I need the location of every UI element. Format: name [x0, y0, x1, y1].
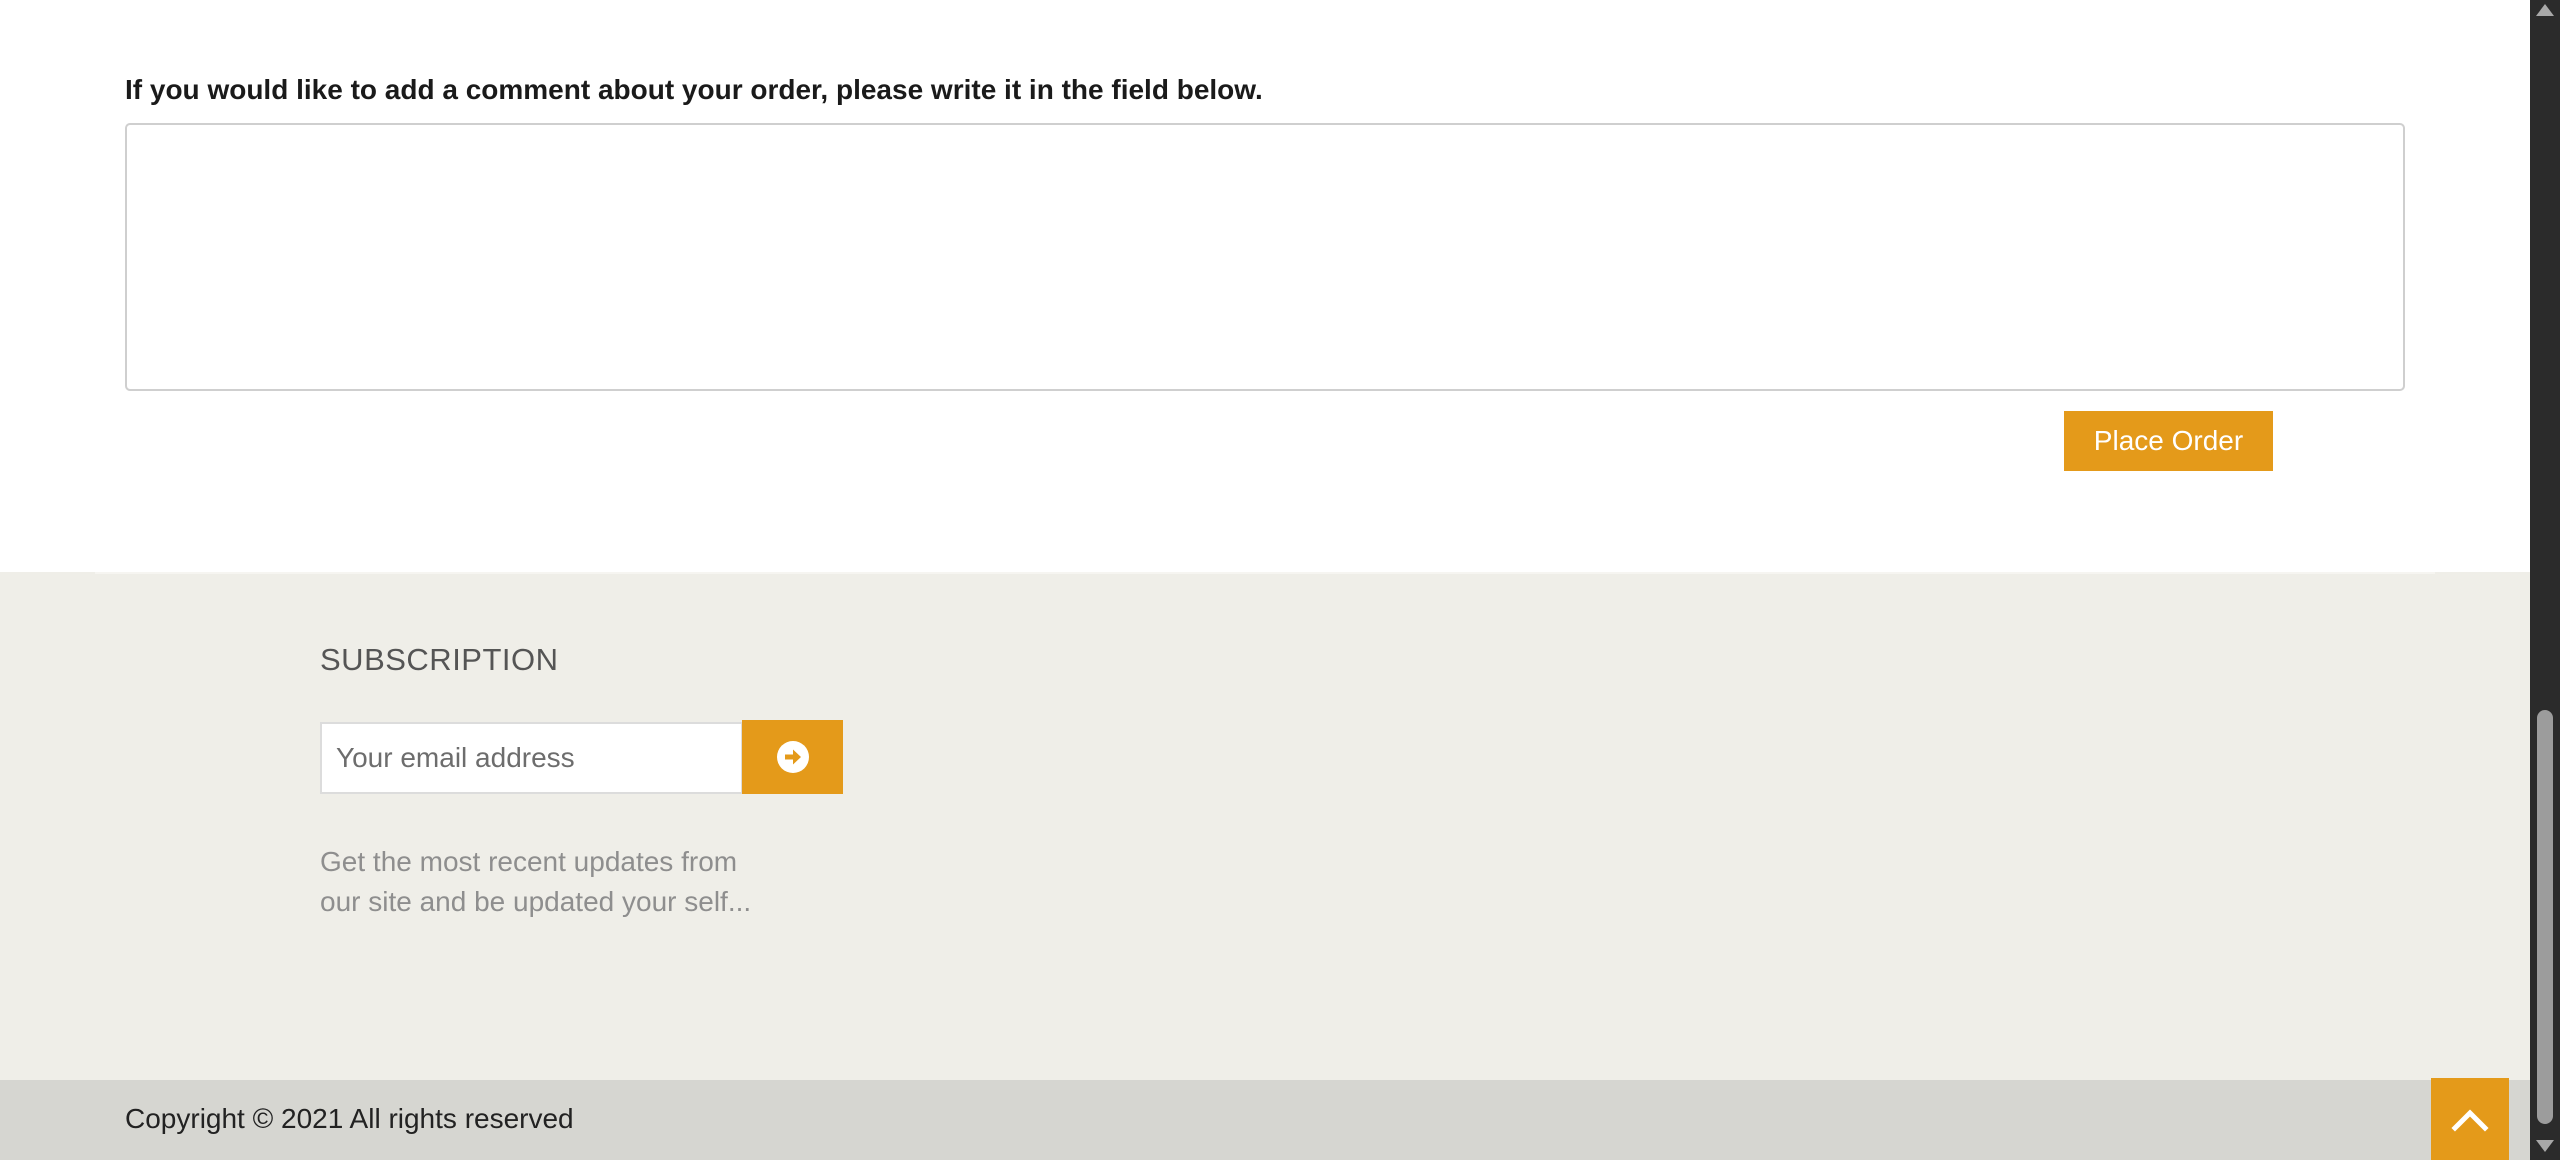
subscription-email-input[interactable]	[320, 722, 743, 794]
chevron-up-icon	[2451, 1109, 2489, 1132]
order-comment-section: If you would like to add a comment about…	[0, 0, 2530, 572]
scroll-down-arrow-icon[interactable]	[2536, 1140, 2554, 1152]
place-order-button[interactable]: Place Order	[2064, 411, 2273, 471]
subscription-title: SUBSCRIPTION	[320, 642, 559, 677]
copyright-text: Copyright © 2021 All rights reserved	[125, 1103, 574, 1134]
vertical-scrollbar[interactable]	[2530, 0, 2560, 1160]
footer-subscription: SUBSCRIPTION Get the most recent updates…	[0, 572, 2530, 1080]
footer-divider	[95, 572, 2435, 574]
subscribe-button[interactable]	[742, 720, 843, 794]
order-comment-textarea[interactable]	[125, 123, 2405, 391]
copyright-bar: Copyright © 2021 All rights reserved	[0, 1080, 2530, 1160]
scroll-up-arrow-icon[interactable]	[2536, 4, 2554, 16]
circle-arrow-right-icon	[776, 741, 809, 773]
scrollbar-thumb[interactable]	[2537, 710, 2553, 1124]
subscription-description: Get the most recent updates from our sit…	[320, 846, 752, 917]
back-to-top-button[interactable]	[2431, 1078, 2509, 1160]
page-viewport: If you would like to add a comment about…	[0, 0, 2530, 1160]
comment-label: If you would like to add a comment about…	[125, 74, 1263, 105]
